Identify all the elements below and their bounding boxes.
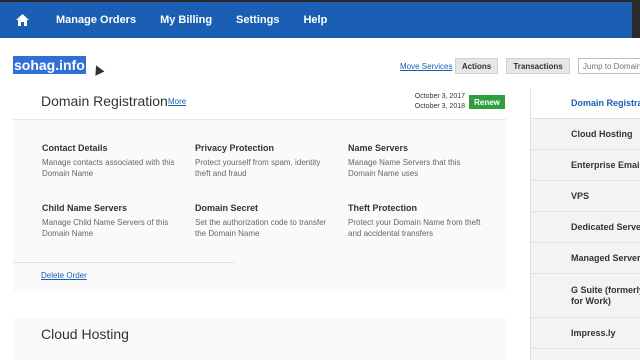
renew-button[interactable]: Renew: [469, 95, 505, 109]
feature-title: Name Servers: [348, 143, 409, 153]
date-start: October 3, 2017: [414, 93, 465, 100]
transactions-button[interactable]: Transactions: [506, 58, 570, 74]
date-end: October 3, 2018: [414, 103, 465, 110]
feature-title: Contact Details: [42, 143, 108, 153]
feature-child-name-servers[interactable]: Child Name Servers Manage Child Name Ser…: [42, 203, 182, 239]
section-gap: [13, 292, 506, 318]
sidebar-item-enterprise-email[interactable]: Enterprise Email: [531, 150, 640, 181]
jump-to-domain-input[interactable]: [578, 58, 640, 74]
move-services-link[interactable]: Move Services: [400, 62, 452, 71]
nav-manage-orders[interactable]: Manage Orders: [44, 2, 148, 38]
sidebar-item-dedicated-servers[interactable]: Dedicated Servers: [531, 212, 640, 243]
feature-contact-details[interactable]: Contact Details Manage contacts associat…: [42, 143, 182, 179]
cloud-hosting-title: Cloud Hosting: [41, 326, 129, 342]
home-icon: [15, 14, 29, 26]
sidebar-item-domain-registration[interactable]: Domain Registration: [531, 88, 640, 119]
nav-settings[interactable]: Settings: [224, 2, 291, 38]
registration-title: Domain Registration: [41, 93, 168, 109]
top-nav: Manage Orders My Billing Settings Help: [0, 0, 640, 38]
home-button[interactable]: [0, 2, 44, 38]
sidebar-item-vps[interactable]: VPS: [531, 181, 640, 212]
sidebar-item-managed-servers[interactable]: Managed Servers: [531, 243, 640, 274]
nav-help[interactable]: Help: [291, 2, 339, 38]
feature-desc: Protect yourself from spam, identity the…: [195, 158, 321, 178]
feature-title: Child Name Servers: [42, 203, 128, 213]
sidebar-item-impressly[interactable]: Impress.ly: [531, 318, 640, 349]
registration-dates: October 3, 2017 October 3, 2018: [411, 92, 465, 112]
feature-theft-protection[interactable]: Theft Protection Protect your Domain Nam…: [348, 203, 488, 239]
feature-desc: Manage Child Name Servers of this Domain…: [42, 218, 169, 238]
feature-desc: Set the authorization code to transfer t…: [195, 218, 327, 238]
feature-title: Privacy Protection: [195, 143, 275, 153]
mouse-cursor-icon: [91, 63, 105, 76]
main-panel: Domain Registration More October 3, 2017…: [13, 82, 506, 360]
feature-desc: Protect your Domain Name from theft and …: [348, 218, 481, 238]
sidebar-item-cloud-hosting[interactable]: Cloud Hosting: [531, 119, 640, 150]
feature-title: Domain Secret: [195, 203, 259, 213]
feature-desc: Manage contacts associated with this Dom…: [42, 158, 175, 178]
nav-my-billing[interactable]: My Billing: [148, 2, 224, 38]
divider: [13, 262, 235, 263]
feature-domain-secret[interactable]: Domain Secret Set the authorization code…: [195, 203, 335, 239]
nav-edge: [632, 2, 640, 38]
feature-desc: Manage Name Servers that this Domain Nam…: [348, 158, 461, 178]
services-sidebar: Domain Registration Cloud Hosting Enterp…: [530, 88, 640, 360]
feature-name-servers[interactable]: Name Servers Manage Name Servers that th…: [348, 143, 488, 179]
sidebar-item-g-suite[interactable]: G Suite (formerly Apps for Work): [531, 274, 640, 318]
registration-header: Domain Registration More October 3, 2017…: [13, 82, 506, 120]
domain-name-title: sohag.info: [13, 56, 86, 74]
feature-title: Theft Protection: [348, 203, 417, 213]
registration-more-link[interactable]: More: [168, 97, 186, 106]
actions-button[interactable]: Actions: [455, 58, 498, 74]
feature-privacy-protection[interactable]: Privacy Protection Protect yourself from…: [195, 143, 335, 179]
delete-order-link[interactable]: Delete Order: [41, 271, 87, 280]
